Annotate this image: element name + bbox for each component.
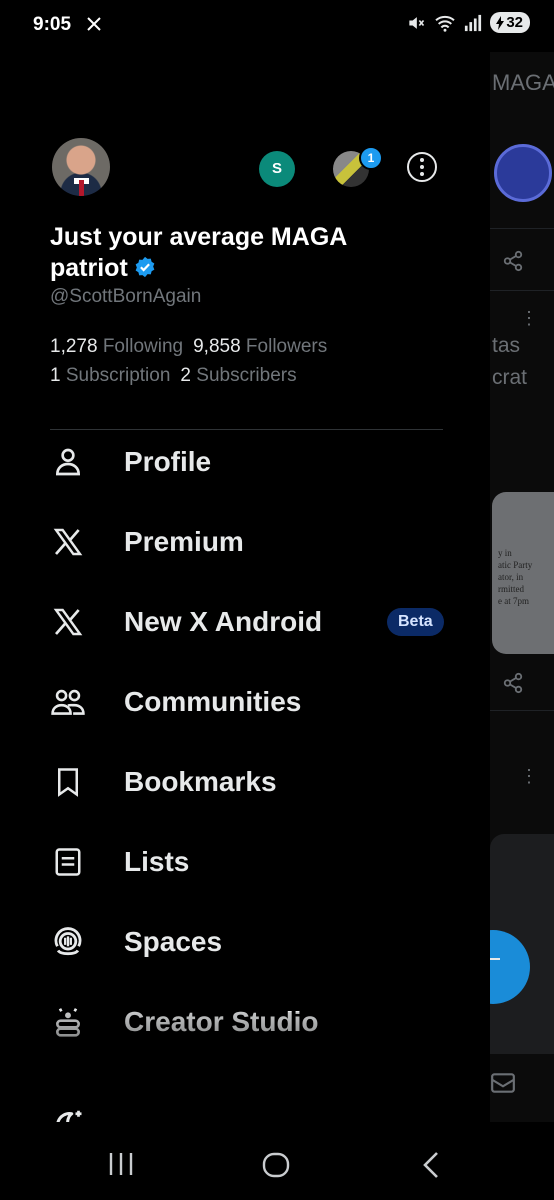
battery-level: 32 [506,14,523,31]
menu-item-spaces[interactable]: Spaces [50,912,450,972]
x-notification-icon [87,17,101,31]
following-count: 1,278 [50,336,98,357]
spaces-icon [54,927,82,956]
feed-card-line: atic Party [498,560,533,570]
profile-stats: 1,278 Following 9,858 Followers 1 Subscri… [50,332,337,390]
menu-item-label: Bookmarks [124,766,277,797]
signal-icon [465,14,482,31]
more-options-icon[interactable] [407,152,437,182]
status-bar: 9:05 32 [0,0,554,52]
feed-more-icon[interactable]: ⋮ [520,308,538,329]
subscription-count: 1 [50,365,61,386]
feed-story-avatar[interactable] [494,144,552,202]
navigation-drawer: S 1 Just your average MAGA patriot @Scot… [0,52,490,1140]
followers-label: Followers [245,336,328,357]
x-logo-icon [53,608,83,636]
menu-item-communities[interactable]: Communities [50,672,450,732]
menu-item-label: Communities [124,686,302,717]
status-time: 9:05 [33,14,72,35]
menu-item-label: New X Android [124,606,323,637]
communities-icon [51,689,85,715]
profile-avatar[interactable] [52,138,110,196]
scroll-fade [0,1012,490,1082]
feed-tab-fragment: MAGA [492,70,554,95]
feed-image-card[interactable]: y in atic Party ator, in rmitted e at 7p… [492,492,554,654]
mute-icon [409,16,425,29]
x-logo-icon [53,528,83,556]
following-label: Following [102,336,184,357]
menu-item-premium[interactable]: Premium [50,512,450,572]
recent-apps-icon[interactable] [108,1152,134,1176]
beta-badge: Beta [387,608,444,636]
compose-plus-icon [490,958,500,960]
menu-item-profile[interactable]: Profile [50,432,450,492]
switch-account-avatar-s[interactable]: S [259,151,295,187]
followers-link[interactable]: 9,858 Followers [193,336,337,357]
wifi-icon [435,15,455,32]
feed-card-line: y in [498,548,512,558]
account-notification-badge: 1 [359,146,383,170]
subscribers-count: 2 [180,365,191,386]
feed-card-line: ator, in [498,572,524,582]
feed-share-icon[interactable] [502,672,524,694]
feed-divider [490,710,554,711]
feed-card-line: rmitted [498,584,524,594]
battery-indicator: 32 [490,12,530,33]
verified-badge-icon [135,256,155,278]
feed-text-2: crat [492,366,528,389]
feed-more-icon[interactable]: ⋮ [520,766,538,787]
display-name-text: Just your average MAGA patriot [50,223,347,282]
profile-handle: @ScottBornAgain [50,286,202,307]
feed-divider [490,228,554,229]
drawer-divider [50,429,443,430]
feed-divider [490,290,554,291]
bookmark-icon [58,768,78,797]
menu-item-bookmarks[interactable]: Bookmarks [50,752,450,812]
charging-icon [496,15,505,30]
back-icon[interactable] [421,1151,441,1179]
subscription-label: Subscription [65,365,171,386]
menu-item-label: Lists [124,846,190,877]
menu-item-label: Profile [124,446,212,477]
feed-text-1: tas [492,334,521,357]
system-nav-bar [0,1122,554,1200]
menu-item-new-x-android[interactable]: New X Android Beta [50,592,450,652]
menu-item-label: Spaces [124,926,223,957]
followers-count: 9,858 [193,336,241,357]
list-icon [55,848,81,876]
avatar-tie [79,180,84,196]
subscriptions-link[interactable]: 1 Subscription [50,365,180,386]
menu-item-lists[interactable]: Lists [50,832,450,892]
person-icon [55,448,81,476]
feed-card-line: e at 7pm [498,596,529,606]
subscribers-link[interactable]: 2 Subscribers [180,365,306,386]
messages-icon[interactable] [490,1070,516,1096]
feed-share-icon[interactable] [502,250,524,272]
home-icon[interactable] [262,1152,290,1178]
profile-display-name[interactable]: Just your average MAGA patriot [50,222,410,284]
menu-item-label: Premium [124,526,244,557]
following-link[interactable]: 1,278 Following [50,336,193,357]
subscribers-label: Subscribers [196,365,297,386]
